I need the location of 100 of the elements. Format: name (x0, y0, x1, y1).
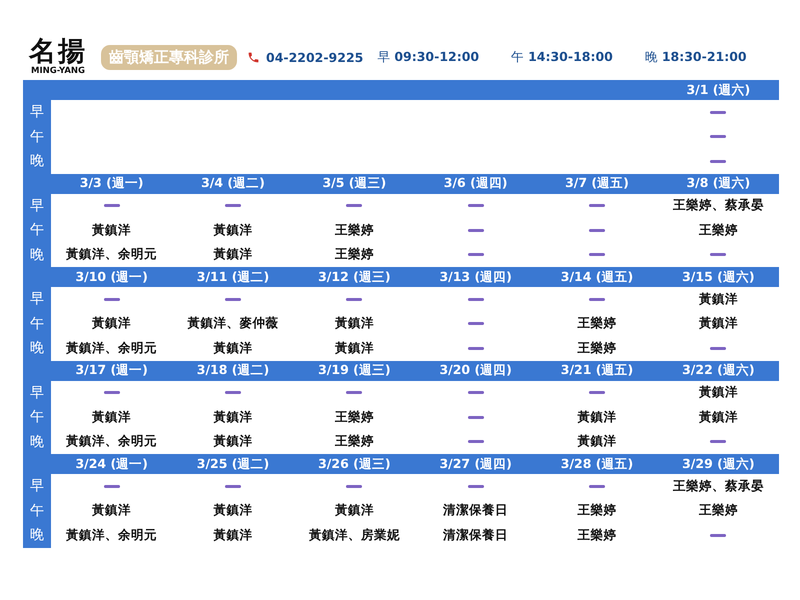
closed-dash (224, 298, 241, 301)
session-label: 早 (23, 194, 51, 218)
closed-dash (468, 391, 484, 394)
closed-dash (588, 298, 605, 301)
doctor-cell-text: 黃鎮洋、余明元 (65, 432, 158, 450)
session-label: 晚 (23, 149, 51, 174)
closed-dash (346, 484, 362, 488)
closed-dash (710, 440, 726, 444)
closed-dash (468, 204, 484, 208)
doctor-cell-text: 黃鎮洋 (212, 526, 254, 544)
session-label: 晚 (23, 336, 51, 360)
doctor-cell-text: 黃鎮洋、余明元 (65, 526, 158, 544)
session-label: 早 (23, 100, 51, 124)
doctor-cell-text: 黃鎮洋 (91, 314, 132, 332)
doctor-cell-text: 王樂婷 (334, 432, 375, 450)
closed-dash (346, 391, 362, 394)
doctor-cell-text: 黃鎮洋、房業妮 (308, 526, 401, 544)
session-label: 早 (23, 380, 51, 405)
closed-dash (468, 440, 484, 444)
date-header: 3/4 (週二) (172, 174, 294, 194)
doctor-cell-text: 黃鎮洋 (576, 408, 618, 426)
logo-subtitle: MING-YANG (30, 66, 85, 76)
date-header: 3/5 (週三) (294, 174, 415, 194)
date-header: 3/13 (週四) (415, 267, 536, 287)
date-header: 3/18 (週二) (172, 360, 294, 380)
closed-dash (710, 160, 726, 163)
date-header: 3/8 (週六) (658, 174, 779, 194)
doctor-cell-text: 王樂婷、蔡承晏 (672, 476, 765, 495)
closed-dash (104, 204, 120, 208)
doctor-cell-text: 王樂婷 (698, 501, 739, 520)
closed-dash (710, 534, 726, 537)
closed-dash (588, 228, 605, 232)
date-header: 3/24 (週一) (51, 454, 172, 474)
doctor-cell-text: 王樂婷 (576, 526, 618, 544)
date-header: 3/25 (週二) (172, 454, 294, 474)
date-header: 3/7 (週五) (536, 174, 658, 194)
session-label: 午 (23, 405, 51, 430)
date-header: 3/6 (週四) (415, 174, 536, 194)
phone-icon (247, 50, 260, 64)
doctor-cell-text: 清潔保養日 (442, 501, 510, 520)
doctor-cell-text: 王樂婷 (334, 245, 375, 264)
logo-text: 名揚 (29, 38, 87, 66)
date-header: 3/1 (週六) (658, 80, 779, 100)
date-header: 3/11 (週二) (172, 267, 294, 287)
session-label: 早 (23, 287, 51, 312)
date-header: 3/27 (週四) (415, 454, 536, 474)
closed-dash (346, 204, 362, 208)
doctor-cell-text: 清潔保養日 (442, 526, 510, 544)
doctor-cell-text: 黃鎮洋 (91, 501, 132, 520)
doctor-cell-text: 黃鎮洋 (334, 314, 375, 332)
doctor-cell-text: 黃鎮洋 (212, 220, 254, 239)
session-label: 午 (23, 312, 51, 336)
closed-dash (710, 110, 726, 114)
doctor-cell-text: 王樂婷 (576, 501, 618, 520)
closed-dash (468, 322, 484, 326)
date-header: 3/14 (週五) (536, 267, 658, 287)
closed-dash (468, 416, 484, 419)
closed-dash (224, 391, 241, 394)
date-header: 3/28 (週五) (536, 454, 658, 474)
session-label: 晚 (23, 430, 51, 454)
closed-dash (346, 298, 362, 301)
doctor-cell-text: 王樂婷 (334, 408, 375, 426)
doctor-cell-text: 黃鎮洋 (698, 290, 739, 308)
closed-dash (710, 346, 726, 350)
session-label: 晚 (23, 523, 51, 548)
date-header: 3/21 (週五) (536, 360, 658, 380)
doctor-cell-text: 王樂婷 (698, 220, 739, 239)
closed-dash (588, 253, 605, 256)
closed-dash (468, 484, 484, 488)
doctor-cell-text: 黃鎮洋 (576, 432, 618, 450)
date-header: 3/10 (週一) (51, 267, 172, 287)
date-header: 3/22 (週六) (658, 360, 779, 380)
doctor-cell-text: 王樂婷 (334, 220, 375, 239)
closed-dash (224, 484, 241, 488)
doctor-cell-text: 王樂婷 (576, 314, 618, 332)
closed-dash (104, 391, 120, 394)
doctor-cell-text: 黃鎮洋 (212, 245, 254, 264)
clinic-hours: 早 09:30-12:00 (377, 48, 480, 66)
session-label: 早 (23, 474, 51, 498)
session-label: 午 (23, 498, 51, 523)
clinic-hours: 晚 18:30-21:00 (644, 48, 747, 66)
date-header: 3/29 (週六) (658, 454, 779, 474)
doctor-cell-text: 黃鎮洋 (91, 220, 132, 239)
doctor-cell-text: 黃鎮洋 (212, 501, 254, 520)
doctor-cell-text: 黃鎮洋 (698, 314, 739, 332)
doctor-cell-text: 黃鎮洋 (212, 408, 254, 426)
doctor-cell-text: 黃鎮洋、麥仲薇 (186, 314, 280, 332)
date-header: 3/15 (週六) (658, 267, 779, 287)
doctor-cell-text: 黃鎮洋 (334, 338, 375, 357)
doctor-cell-text: 黃鎮洋、余明元 (65, 338, 158, 357)
closed-dash (588, 204, 605, 208)
doctor-cell-text: 黃鎮洋 (698, 408, 739, 426)
closed-dash (468, 298, 484, 301)
closed-dash (468, 346, 484, 350)
doctor-cell-text: 王樂婷 (576, 338, 618, 357)
doctor-cell-text: 黃鎮洋 (91, 408, 132, 426)
date-header: 3/19 (週三) (294, 360, 415, 380)
closed-dash (104, 484, 120, 488)
closed-dash (468, 228, 484, 232)
date-header: 3/12 (週三) (294, 267, 415, 287)
